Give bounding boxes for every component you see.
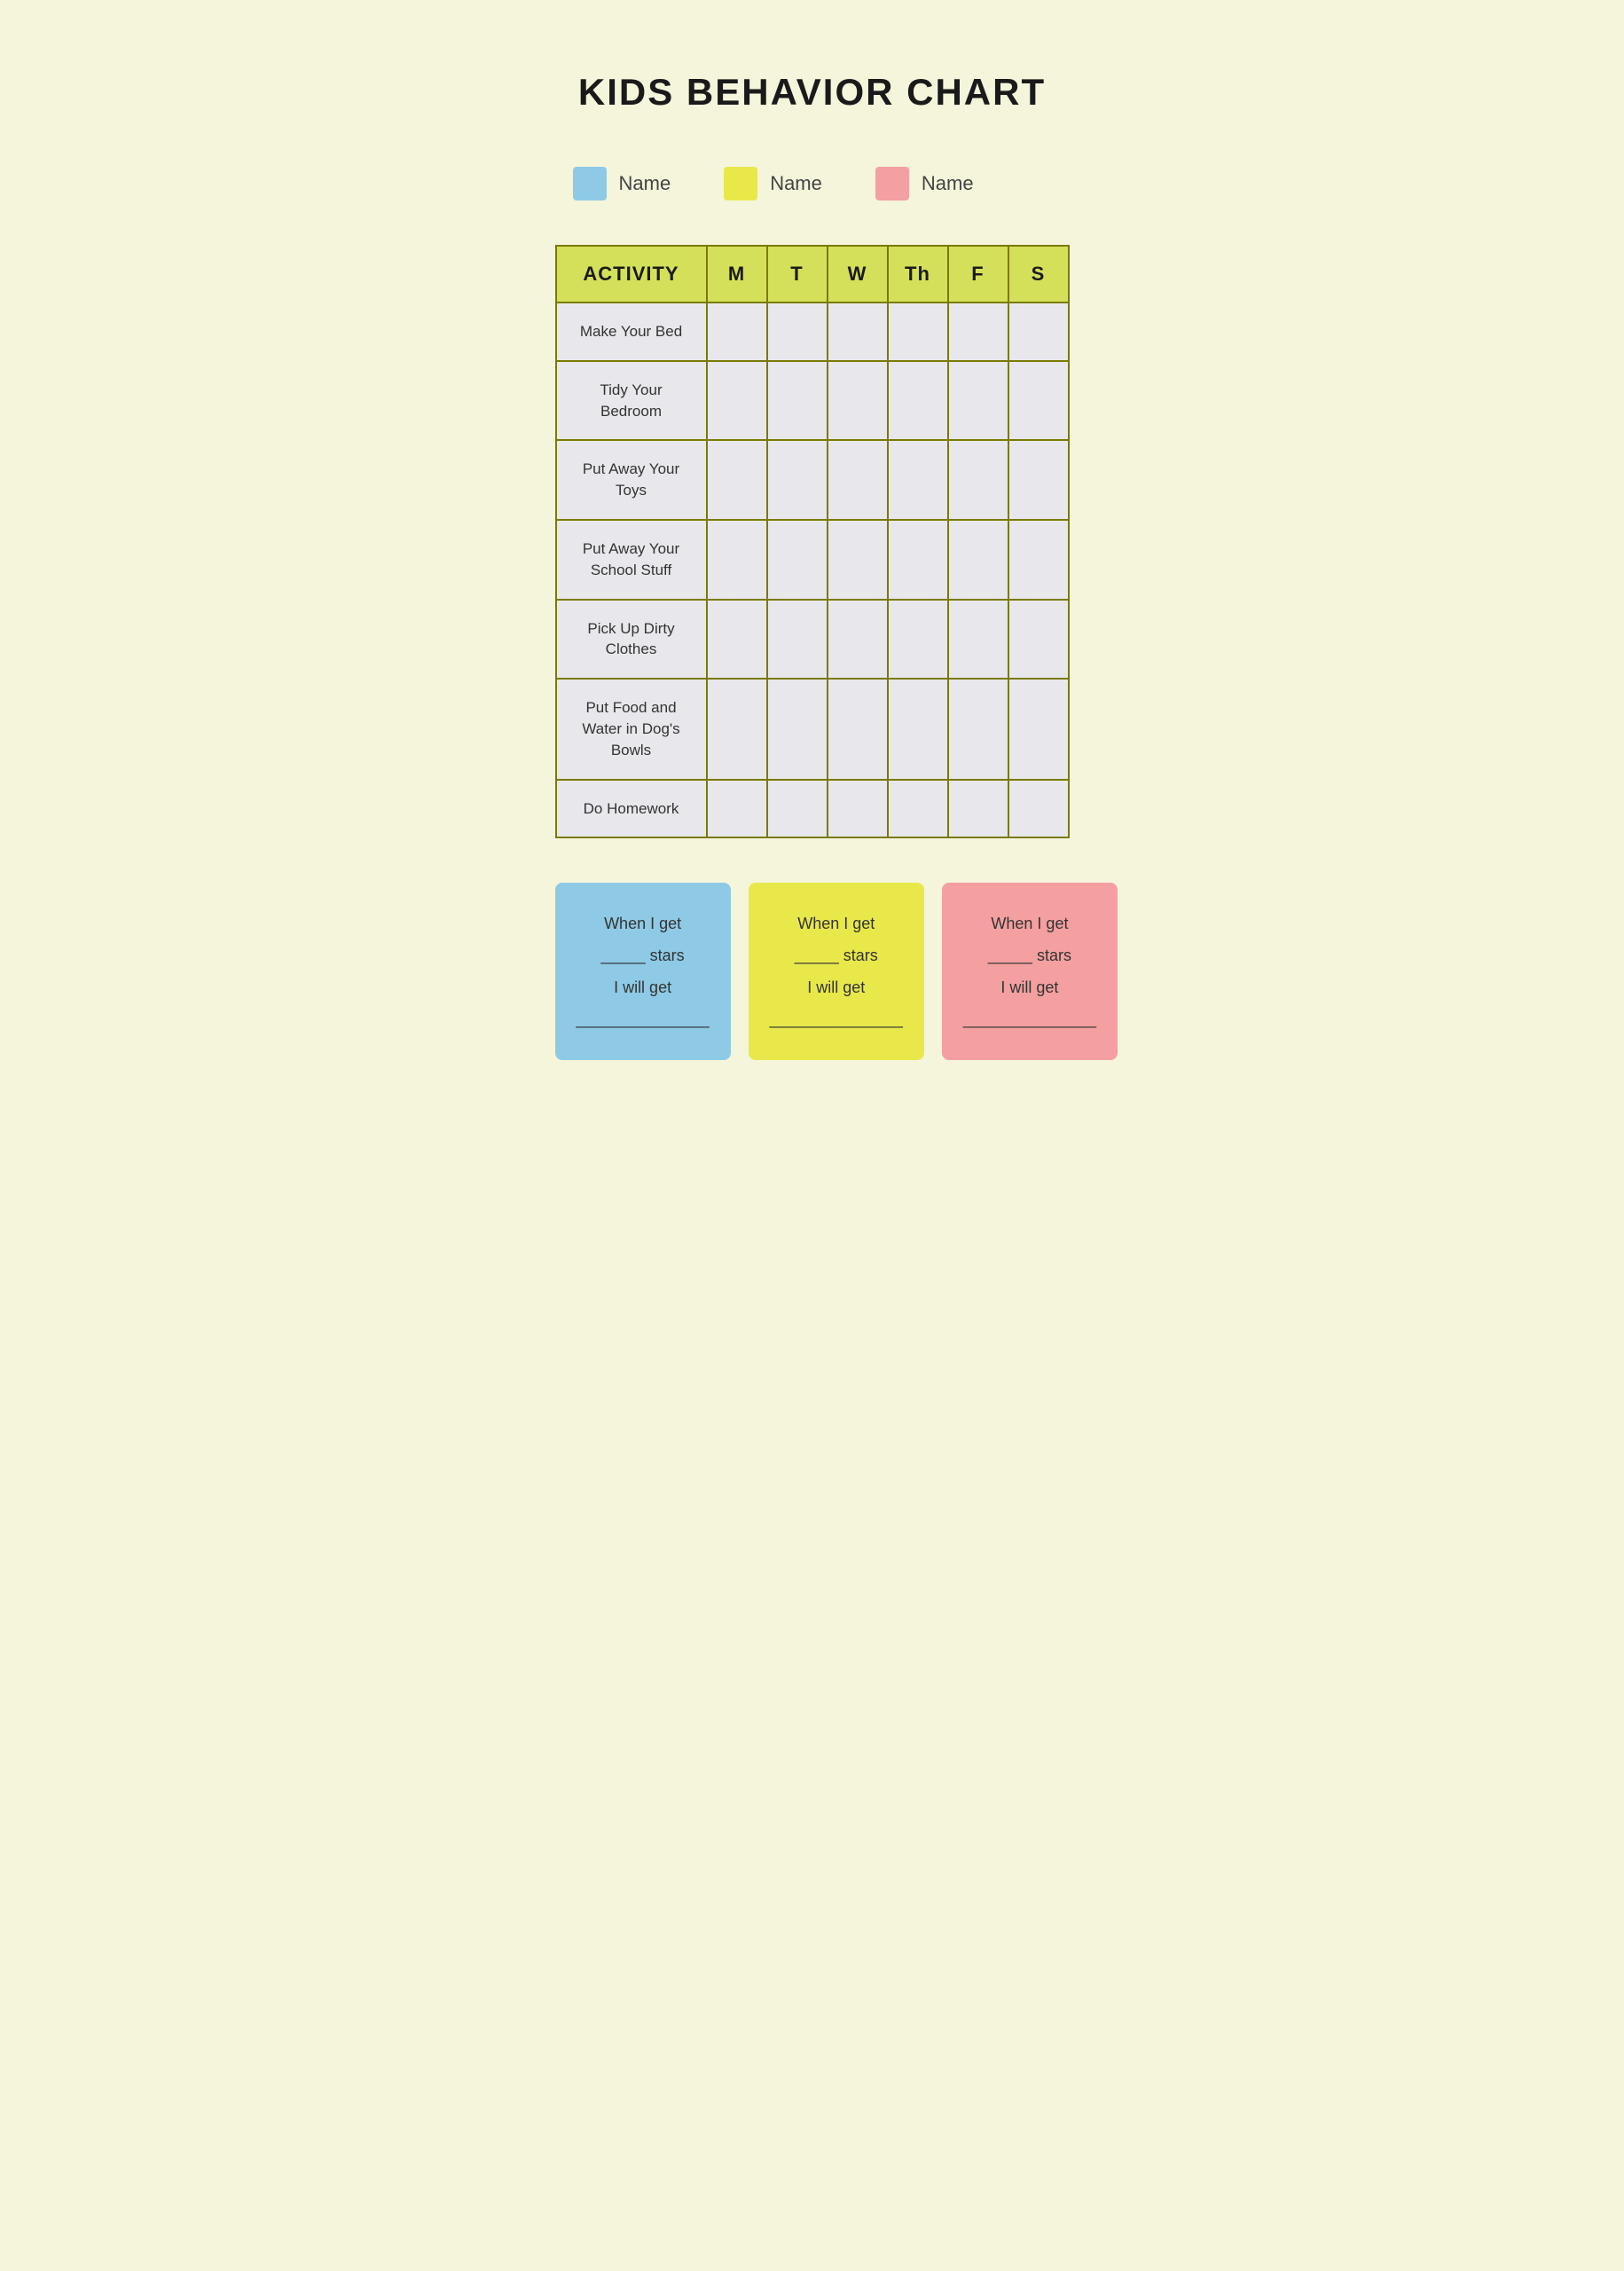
day-cell-r4-d3 (888, 600, 948, 680)
reward-yellow-line3: I will get (770, 971, 903, 1003)
day-cell-r4-d0 (707, 600, 767, 680)
col-header-sat: S (1008, 246, 1069, 303)
table-row: Do Homework (556, 780, 1069, 838)
day-cell-r4-d4 (948, 600, 1008, 680)
day-cell-r6-d1 (767, 780, 828, 838)
day-cell-r6-d3 (888, 780, 948, 838)
day-cell-r6-d2 (828, 780, 888, 838)
col-header-wed: W (828, 246, 888, 303)
day-cell-r0-d4 (948, 303, 1008, 361)
reward-row: When I get _____ stars I will get ______… (555, 883, 1070, 1060)
reward-blue-line1: When I get (577, 908, 710, 939)
col-header-tue: T (767, 246, 828, 303)
legend-label-yellow: Name (770, 172, 822, 195)
day-cell-r5-d0 (707, 679, 767, 779)
day-cell-r6-d4 (948, 780, 1008, 838)
col-header-fri: F (948, 246, 1008, 303)
page-title: KIDS BEHAVIOR CHART (555, 71, 1070, 114)
day-cell-r5-d2 (828, 679, 888, 779)
day-cell-r2-d0 (707, 440, 767, 520)
day-cell-r1-d0 (707, 361, 767, 441)
activity-cell-4: Pick Up Dirty Clothes (556, 600, 707, 680)
legend-row: Name Name Name (555, 167, 1070, 200)
legend-label-blue: Name (619, 172, 671, 195)
col-header-activity: ACTIVITY (556, 246, 707, 303)
reward-blue-line2: _____ stars (577, 939, 710, 971)
reward-yellow-line2: _____ stars (770, 939, 903, 971)
day-cell-r0-d1 (767, 303, 828, 361)
table-row: Pick Up Dirty Clothes (556, 600, 1069, 680)
page-container: KIDS BEHAVIOR CHART Name Name Name ACTIV… (502, 18, 1123, 1113)
reward-card-yellow: When I get _____ stars I will get ______… (749, 883, 924, 1060)
day-cell-r1-d1 (767, 361, 828, 441)
day-cell-r0-d3 (888, 303, 948, 361)
day-cell-r6-d0 (707, 780, 767, 838)
day-cell-r2-d3 (888, 440, 948, 520)
reward-pink-line3: I will get (963, 971, 1096, 1003)
day-cell-r5-d3 (888, 679, 948, 779)
reward-card-blue: When I get _____ stars I will get ______… (555, 883, 731, 1060)
reward-pink-line1: When I get (963, 908, 1096, 939)
day-cell-r1-d5 (1008, 361, 1069, 441)
col-header-thu: Th (888, 246, 948, 303)
legend-item-blue: Name (573, 167, 671, 200)
legend-item-yellow: Name (724, 167, 822, 200)
reward-yellow-line4: _______________ (770, 1003, 903, 1035)
reward-pink-line4: _______________ (963, 1003, 1096, 1035)
table-header-row: ACTIVITY M T W Th F S (556, 246, 1069, 303)
legend-item-pink: Name (875, 167, 974, 200)
day-cell-r5-d5 (1008, 679, 1069, 779)
day-cell-r3-d5 (1008, 520, 1069, 600)
day-cell-r2-d2 (828, 440, 888, 520)
day-cell-r4-d5 (1008, 600, 1069, 680)
day-cell-r2-d1 (767, 440, 828, 520)
day-cell-r3-d4 (948, 520, 1008, 600)
activity-cell-0: Make Your Bed (556, 303, 707, 361)
day-cell-r4-d1 (767, 600, 828, 680)
day-cell-r4-d2 (828, 600, 888, 680)
reward-pink-line2: _____ stars (963, 939, 1096, 971)
day-cell-r2-d5 (1008, 440, 1069, 520)
legend-color-yellow (724, 167, 757, 200)
day-cell-r5-d1 (767, 679, 828, 779)
day-cell-r3-d1 (767, 520, 828, 600)
legend-color-blue (573, 167, 607, 200)
table-row: Make Your Bed (556, 303, 1069, 361)
table-row: Put Away Your Toys (556, 440, 1069, 520)
activity-cell-6: Do Homework (556, 780, 707, 838)
reward-yellow-line1: When I get (770, 908, 903, 939)
day-cell-r0-d0 (707, 303, 767, 361)
activity-cell-3: Put Away Your School Stuff (556, 520, 707, 600)
col-header-mon: M (707, 246, 767, 303)
table-row: Put Food and Water in Dog's Bowls (556, 679, 1069, 779)
day-cell-r3-d0 (707, 520, 767, 600)
table-row: Tidy Your Bedroom (556, 361, 1069, 441)
legend-label-pink: Name (922, 172, 974, 195)
day-cell-r3-d2 (828, 520, 888, 600)
day-cell-r2-d4 (948, 440, 1008, 520)
activity-cell-5: Put Food and Water in Dog's Bowls (556, 679, 707, 779)
day-cell-r1-d4 (948, 361, 1008, 441)
reward-card-pink: When I get _____ stars I will get ______… (942, 883, 1118, 1060)
behavior-chart-table: ACTIVITY M T W Th F S Make Your BedTidy … (555, 245, 1070, 838)
reward-blue-line4: _______________ (577, 1003, 710, 1035)
day-cell-r6-d5 (1008, 780, 1069, 838)
day-cell-r1-d3 (888, 361, 948, 441)
reward-blue-line3: I will get (577, 971, 710, 1003)
day-cell-r0-d2 (828, 303, 888, 361)
table-row: Put Away Your School Stuff (556, 520, 1069, 600)
activity-cell-1: Tidy Your Bedroom (556, 361, 707, 441)
day-cell-r3-d3 (888, 520, 948, 600)
legend-color-pink (875, 167, 909, 200)
day-cell-r5-d4 (948, 679, 1008, 779)
day-cell-r1-d2 (828, 361, 888, 441)
day-cell-r0-d5 (1008, 303, 1069, 361)
activity-cell-2: Put Away Your Toys (556, 440, 707, 520)
